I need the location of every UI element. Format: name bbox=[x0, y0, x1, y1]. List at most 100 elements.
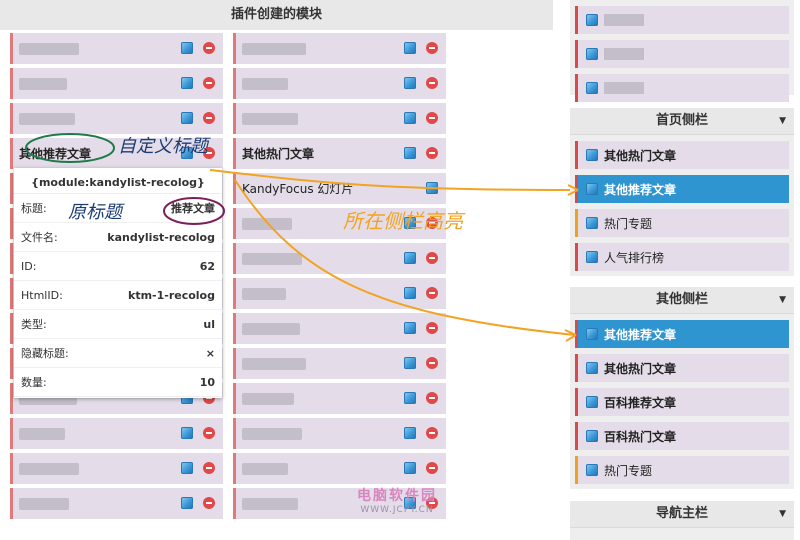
delete-module-icon[interactable] bbox=[203, 497, 215, 509]
delete-module-icon[interactable] bbox=[426, 462, 438, 474]
module-row[interactable] bbox=[233, 348, 446, 379]
delete-module-icon[interactable] bbox=[203, 42, 215, 54]
delete-module-icon[interactable] bbox=[203, 112, 215, 124]
sidebar-item[interactable]: 其他热门文章 bbox=[575, 354, 789, 382]
module-name-blurred bbox=[19, 42, 79, 55]
module-row[interactable] bbox=[233, 103, 446, 134]
delete-module-icon[interactable] bbox=[426, 112, 438, 124]
delete-module-icon[interactable] bbox=[426, 392, 438, 404]
sidebar-group-header[interactable]: 导航主栏 ▼ bbox=[570, 501, 794, 528]
sidebar-item[interactable]: 百科推荐文章 bbox=[575, 388, 789, 416]
module-column-right: 其他热门文章 KandyFocus 幻灯片 bbox=[233, 33, 446, 523]
edit-module-icon[interactable] bbox=[404, 357, 416, 369]
delete-module-icon[interactable] bbox=[426, 322, 438, 334]
sidebar-item-blurred[interactable] bbox=[575, 74, 789, 102]
sidebar-group: 导航主栏 ▼ bbox=[570, 501, 794, 540]
module-icon bbox=[586, 14, 598, 26]
caret-down-icon[interactable]: ▼ bbox=[779, 108, 786, 134]
delete-module-icon[interactable] bbox=[203, 77, 215, 89]
module-name-blurred bbox=[242, 217, 292, 230]
sidebar-group-header[interactable]: 其他侧栏 ▼ bbox=[570, 287, 794, 314]
edit-module-icon[interactable] bbox=[404, 322, 416, 334]
edit-module-icon[interactable] bbox=[426, 182, 438, 194]
sidebar-item[interactable]: 其他推荐文章 bbox=[575, 175, 789, 203]
edit-module-icon[interactable] bbox=[181, 497, 193, 509]
module-name: KandyFocus 幻灯片 bbox=[242, 182, 354, 196]
module-name-blurred bbox=[19, 427, 65, 440]
sidebar-item-label: 热门专题 bbox=[604, 216, 653, 231]
delete-module-icon[interactable] bbox=[426, 77, 438, 89]
module-name-blurred bbox=[19, 462, 79, 475]
info-row: 文件名: kandylist-recolog bbox=[14, 223, 222, 252]
module-row[interactable]: KandyFocus 幻灯片 bbox=[233, 173, 446, 204]
delete-module-icon[interactable] bbox=[426, 42, 438, 54]
sidebar-group-header[interactable]: 首页侧栏 ▼ bbox=[570, 108, 794, 135]
edit-module-icon[interactable] bbox=[181, 77, 193, 89]
info-key: HtmlID: bbox=[21, 288, 63, 302]
module-icon bbox=[586, 464, 598, 476]
delete-module-icon[interactable] bbox=[203, 427, 215, 439]
sidebar-item[interactable]: 其他推荐文章 bbox=[575, 320, 789, 348]
module-row[interactable] bbox=[233, 33, 446, 64]
info-value: ul bbox=[203, 317, 215, 331]
module-row[interactable] bbox=[10, 453, 223, 484]
module-row[interactable] bbox=[233, 418, 446, 449]
edit-module-icon[interactable] bbox=[404, 147, 416, 159]
edit-module-icon[interactable] bbox=[181, 112, 193, 124]
delete-module-icon[interactable] bbox=[203, 462, 215, 474]
module-name-blurred bbox=[242, 322, 300, 335]
info-value: ktm-1-recolog bbox=[128, 288, 215, 302]
sidebar-item[interactable]: 人气排行榜 bbox=[575, 243, 789, 271]
info-value: 62 bbox=[199, 259, 215, 273]
edit-module-icon[interactable] bbox=[181, 42, 193, 54]
module-name-blurred bbox=[242, 427, 302, 440]
sidebar-item-blurred[interactable] bbox=[575, 6, 789, 34]
edit-module-icon[interactable] bbox=[404, 112, 416, 124]
edit-module-icon[interactable] bbox=[404, 392, 416, 404]
module-icon bbox=[586, 251, 598, 263]
edit-module-icon[interactable] bbox=[181, 427, 193, 439]
module-row[interactable] bbox=[233, 68, 446, 99]
module-row[interactable]: 其他热门文章 bbox=[233, 138, 446, 169]
sidebar-item-blurred[interactable] bbox=[575, 40, 789, 68]
delete-module-icon[interactable] bbox=[426, 427, 438, 439]
delete-module-icon[interactable] bbox=[426, 357, 438, 369]
sidebar-item[interactable]: 百科热门文章 bbox=[575, 422, 789, 450]
delete-module-icon[interactable] bbox=[426, 287, 438, 299]
sidebar-item-label: 其他热门文章 bbox=[604, 361, 677, 376]
edit-module-icon[interactable] bbox=[404, 252, 416, 264]
module-name-blurred bbox=[242, 112, 298, 125]
sidebar-item-label: 人气排行榜 bbox=[604, 250, 665, 265]
info-key: 隐藏标题: bbox=[21, 347, 69, 360]
sidebar-item[interactable]: 热门专题 bbox=[575, 456, 789, 484]
module-row[interactable] bbox=[10, 103, 223, 134]
edit-module-icon[interactable] bbox=[404, 42, 416, 54]
edit-module-icon[interactable] bbox=[404, 77, 416, 89]
caret-down-icon[interactable]: ▼ bbox=[779, 501, 786, 527]
module-name-blurred bbox=[19, 77, 67, 90]
module-row[interactable] bbox=[233, 278, 446, 309]
delete-module-icon[interactable] bbox=[426, 252, 438, 264]
sidebar-item-label: 其他推荐文章 bbox=[604, 327, 677, 342]
module-row[interactable] bbox=[233, 453, 446, 484]
sidebar-item[interactable]: 其他热门文章 bbox=[575, 141, 789, 169]
edit-module-icon[interactable] bbox=[404, 287, 416, 299]
module-icon bbox=[586, 82, 598, 94]
module-row[interactable] bbox=[10, 33, 223, 64]
info-value: 推荐文章 bbox=[171, 202, 215, 215]
edit-module-icon[interactable] bbox=[181, 462, 193, 474]
caret-down-icon[interactable]: ▼ bbox=[779, 287, 786, 313]
sidebar-item-label: 其他推荐文章 bbox=[604, 182, 677, 197]
module-row[interactable] bbox=[233, 243, 446, 274]
delete-module-icon[interactable] bbox=[426, 147, 438, 159]
edit-module-icon[interactable] bbox=[404, 427, 416, 439]
info-value: × bbox=[205, 346, 215, 360]
edit-module-icon[interactable] bbox=[404, 462, 416, 474]
module-row[interactable] bbox=[233, 313, 446, 344]
module-row[interactable] bbox=[10, 488, 223, 519]
sidebar-item[interactable]: 热门专题 bbox=[575, 209, 789, 237]
module-icon bbox=[586, 430, 598, 442]
module-row[interactable] bbox=[233, 383, 446, 414]
module-row[interactable] bbox=[10, 68, 223, 99]
module-row[interactable] bbox=[10, 418, 223, 449]
